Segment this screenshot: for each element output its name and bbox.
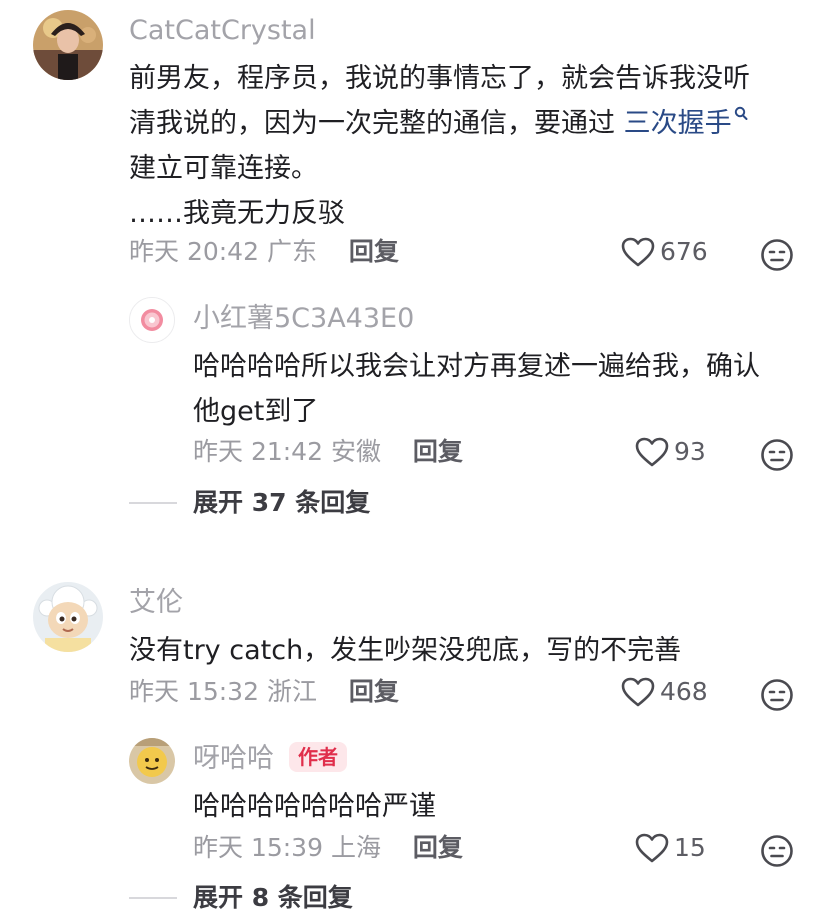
username[interactable]: 呀哈哈: [193, 742, 274, 776]
dislike-button[interactable]: [760, 678, 794, 716]
location: 广东: [266, 237, 317, 266]
comment-meta: 昨天 15:32 浙江 回复: [129, 676, 399, 708]
expand-replies-button[interactable]: 展开 8 条回复: [129, 882, 353, 914]
dislike-button[interactable]: [760, 834, 794, 872]
comment-line: 哈哈哈哈所以我会让对方再复述一遍给我，确认: [193, 351, 760, 382]
like-button[interactable]: 15: [634, 832, 706, 864]
divider: [129, 502, 177, 504]
comment-meta: 昨天 21:42 安徽 回复: [193, 436, 463, 468]
location: 上海: [330, 833, 381, 862]
heart-outline-icon: [621, 677, 655, 707]
like-button[interactable]: 468: [620, 676, 708, 708]
dislike-button[interactable]: [760, 438, 794, 476]
location: 浙江: [266, 677, 317, 706]
heart-outline-icon: [635, 833, 669, 863]
reply-button[interactable]: 回复: [413, 437, 463, 466]
unhappy-face-icon: [761, 679, 793, 711]
reply-button[interactable]: 回复: [413, 833, 463, 862]
avatar-image: [33, 582, 103, 652]
comment-line: 建立可靠连接。: [129, 153, 318, 184]
timestamp: 昨天 21:42: [193, 437, 323, 466]
search-icon: [734, 106, 748, 120]
comment-line: 哈哈哈哈哈哈哈严谨: [193, 791, 436, 822]
comment-text: 哈哈哈哈所以我会让对方再复述一遍给我，确认 他get到了: [193, 344, 760, 434]
comment-line: 他get到了: [193, 396, 319, 427]
like-button[interactable]: 676: [620, 236, 708, 268]
comment-line: ……我竟无力反驳: [129, 198, 345, 229]
heart-outline-icon: [635, 437, 669, 467]
avatar-image: [129, 738, 175, 784]
reply-button[interactable]: 回复: [349, 677, 399, 706]
like-count: 468: [660, 677, 708, 706]
timestamp: 昨天 20:42: [129, 237, 259, 266]
comment-line: 前男友，程序员，我说的事情忘了，就会告诉我没听: [129, 63, 750, 94]
comment-text: 前男友，程序员，我说的事情忘了，就会告诉我没听 清我说的，因为一次完整的通信，要…: [129, 56, 750, 236]
location: 安徽: [330, 437, 381, 466]
comment-section: CatCatCrystal 前男友，程序员，我说的事情忘了，就会告诉我没听 清我…: [0, 0, 828, 915]
comment-line: 没有try catch，发生吵架没兜底，写的不完善: [129, 635, 682, 666]
expand-replies-label: 展开 8 条回复: [193, 883, 353, 912]
reply-button[interactable]: 回复: [349, 237, 399, 266]
avatar[interactable]: [129, 297, 175, 343]
like-count: 676: [660, 237, 708, 266]
username[interactable]: 艾伦: [129, 586, 183, 620]
dislike-button[interactable]: [760, 238, 794, 276]
avatar-image: [33, 10, 103, 80]
expand-replies-label: 展开 37 条回复: [193, 488, 371, 517]
comment-line: 清我说的，因为一次完整的通信，要通过 三次握手: [129, 101, 750, 146]
timestamp: 昨天 15:39: [193, 833, 323, 862]
author-badge: 作者: [289, 742, 347, 772]
unhappy-face-icon: [761, 835, 793, 867]
username[interactable]: CatCatCrystal: [129, 14, 316, 48]
divider: [129, 897, 177, 899]
avatar[interactable]: [33, 10, 103, 80]
avatar[interactable]: [129, 738, 175, 784]
comment-text: 哈哈哈哈哈哈哈严谨: [193, 784, 436, 829]
comment-line-text: 清我说的，因为一次完整的通信，要通过: [129, 108, 624, 139]
like-count: 93: [674, 437, 706, 466]
comment-text: 没有try catch，发生吵架没兜底，写的不完善: [129, 628, 681, 673]
comment-meta: 昨天 20:42 广东 回复: [129, 236, 399, 268]
search-keyword-text: 三次握手: [623, 108, 732, 139]
expand-replies-button[interactable]: 展开 37 条回复: [129, 487, 370, 519]
like-count: 15: [674, 833, 706, 862]
comment-meta: 昨天 15:39 上海 回复: [193, 832, 463, 864]
timestamp: 昨天 15:32: [129, 677, 259, 706]
unhappy-face-icon: [761, 239, 793, 271]
username[interactable]: 小红薯5C3A43E0: [193, 302, 414, 336]
avatar[interactable]: [33, 582, 103, 652]
heart-outline-icon: [621, 237, 655, 267]
like-button[interactable]: 93: [634, 436, 706, 468]
avatar-image: [130, 298, 174, 342]
search-keyword-link[interactable]: 三次握手: [623, 106, 748, 139]
unhappy-face-icon: [761, 439, 793, 471]
